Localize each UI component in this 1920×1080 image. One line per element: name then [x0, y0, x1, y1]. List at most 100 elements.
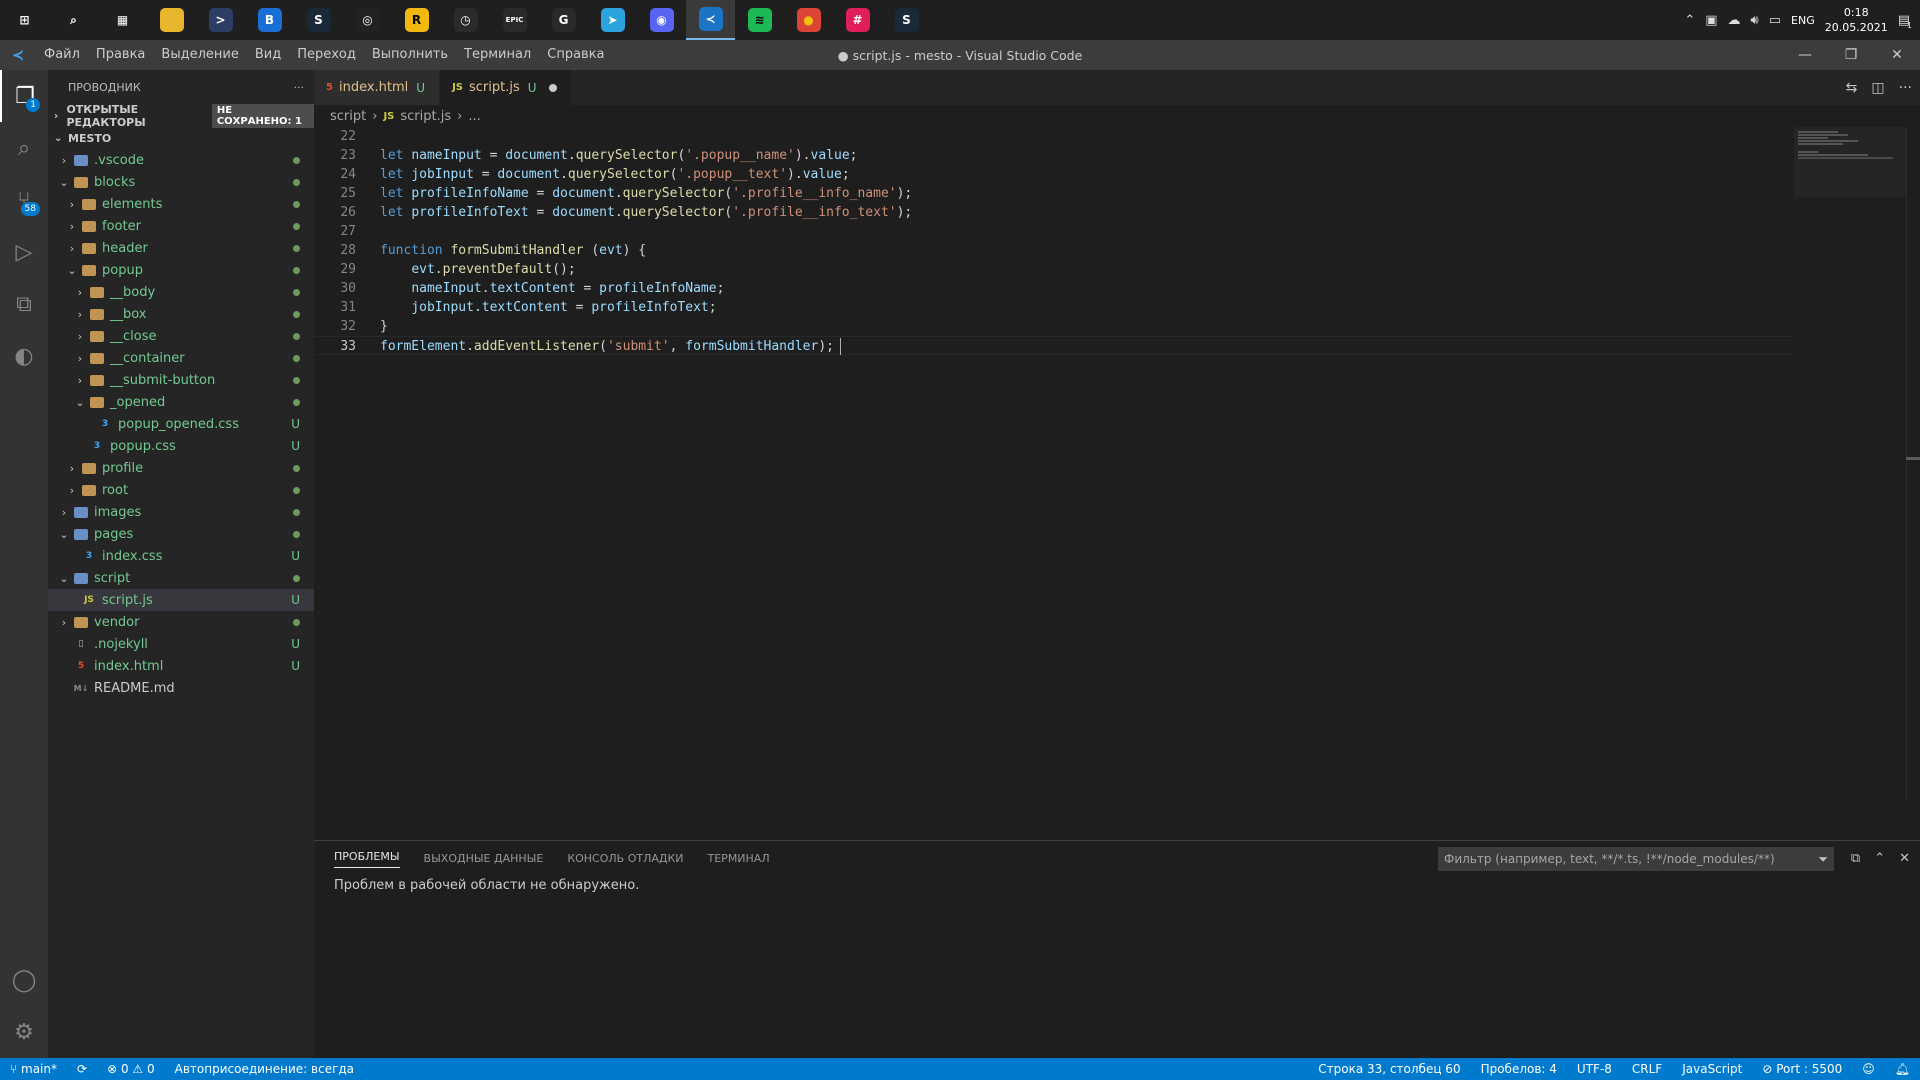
settings-gear-icon[interactable]: ⚙	[0, 1006, 48, 1058]
scrollbar-thumb[interactable]	[1906, 457, 1920, 460]
tree-item[interactable]: › footer	[48, 215, 314, 237]
telegram-icon[interactable]: ➤	[588, 0, 637, 40]
app-blue-icon[interactable]: B	[245, 0, 294, 40]
tree-item[interactable]: › __submit-button	[48, 369, 314, 391]
tab-terminal[interactable]: ТЕРМИНАЛ	[708, 852, 770, 865]
code-editor[interactable]: 22 23 let nameInput = document.querySelect…	[314, 127, 1794, 355]
code-line[interactable]: 23 let nameInput = document.querySelector…	[314, 146, 1794, 165]
collapse-all-icon[interactable]: ⧉	[1851, 851, 1860, 866]
clock[interactable]: 0:18 20.05.2021	[1825, 5, 1888, 35]
notification-center-icon[interactable]: ▤ 1	[1898, 13, 1912, 30]
language-indicator[interactable]: ENG	[1791, 14, 1815, 27]
unsaved-dot-icon[interactable]	[548, 83, 557, 92]
steam-icon[interactable]: S	[294, 0, 343, 40]
explorer-icon[interactable]: ❐ 1	[0, 70, 48, 122]
line-ending[interactable]: CRLF	[1622, 1062, 1672, 1076]
tab-problems[interactable]: ПРОБЛЕМЫ	[334, 850, 400, 868]
breadcrumb-file[interactable]: script.js	[400, 109, 451, 124]
discord-icon[interactable]: ◉	[637, 0, 686, 40]
language-mode[interactable]: JavaScript	[1672, 1062, 1752, 1076]
minimap[interactable]	[1794, 127, 1906, 197]
account-icon[interactable]: ◯	[0, 954, 48, 1006]
code-line[interactable]: 26 let profileInfoText = document.querySe…	[314, 203, 1794, 222]
code-line[interactable]: 31 jobInput.textContent = profileInfoTex…	[314, 298, 1794, 317]
cursor-position[interactable]: Строка 33, столбец 60	[1308, 1062, 1470, 1076]
obs-icon[interactable]: ◎	[343, 0, 392, 40]
indentation[interactable]: Пробелов: 4	[1471, 1062, 1567, 1076]
code-line[interactable]: 24 let jobInput = document.querySelector(…	[314, 165, 1794, 184]
close-icon[interactable]: ✕	[1874, 40, 1920, 70]
open-changes-icon[interactable]: ⇆	[1846, 80, 1858, 96]
git-branch[interactable]: ⑂ main*	[0, 1062, 67, 1076]
editor-scrollbar[interactable]	[1906, 127, 1920, 803]
menu-item[interactable]: Файл	[36, 40, 88, 70]
sync-icon[interactable]: ⟳	[67, 1062, 97, 1076]
slack-icon[interactable]: #	[833, 0, 882, 40]
vscode-icon[interactable]: ≺	[686, 0, 735, 40]
tree-item[interactable]: › images	[48, 501, 314, 523]
tree-item[interactable]: › vendor	[48, 611, 314, 633]
editor-tab[interactable]: 5 index.html U	[314, 70, 441, 105]
tree-item[interactable]: › __body	[48, 281, 314, 303]
menu-item[interactable]: Выполнить	[364, 40, 456, 70]
filter-icon[interactable]: ⏷	[1818, 852, 1828, 867]
tree-item[interactable]: › __box	[48, 303, 314, 325]
steam-icon-2[interactable]: S	[882, 0, 931, 40]
network-icon[interactable]: ▭	[1769, 13, 1781, 28]
code-line[interactable]: 25 let profileInfoName = document.querySe…	[314, 184, 1794, 203]
breadcrumb-folder[interactable]: script	[330, 109, 366, 124]
open-editors-section[interactable]: › ОТКРЫТЫЕ РЕДАКТОРЫ НЕ СОХРАНЕНО: 1	[48, 103, 314, 129]
tree-item[interactable]: › root	[48, 479, 314, 501]
menu-item[interactable]: Вид	[247, 40, 289, 70]
menu-item[interactable]: Справка	[539, 40, 612, 70]
tree-item[interactable]: › .vscode	[48, 149, 314, 171]
github-icon[interactable]: ◐	[0, 330, 48, 382]
tree-item[interactable]: › elements	[48, 193, 314, 215]
notifications-bell-icon[interactable]: 🔔︎	[1885, 1062, 1920, 1076]
tree-item[interactable]: ⌄ blocks	[48, 171, 314, 193]
split-editor-icon[interactable]: ◫	[1871, 80, 1884, 96]
project-section[interactable]: ⌄ MESTO	[48, 127, 314, 149]
tree-item[interactable]: 3 popup.css U	[48, 435, 314, 457]
clock-app-icon[interactable]: ◷	[441, 0, 490, 40]
menu-item[interactable]: Переход	[289, 40, 364, 70]
breadcrumb-tail[interactable]: ...	[468, 109, 480, 124]
close-panel-icon[interactable]: ✕	[1899, 851, 1910, 866]
code-line[interactable]: 33 formElement.addEventListener('submit',…	[314, 336, 1794, 355]
code-line[interactable]: 32}	[314, 317, 1794, 336]
run-debug-icon[interactable]: ▷	[0, 226, 48, 278]
chrome-icon[interactable]: ●	[784, 0, 833, 40]
editor-tab[interactable]: JS script.js U	[440, 70, 572, 105]
task-view-icon[interactable]: ▦	[98, 0, 147, 40]
problems-count[interactable]: ⊗ 0 ⚠ 0	[97, 1062, 165, 1076]
code-line[interactable]: 22	[314, 127, 1794, 146]
menu-item[interactable]: Выделение	[153, 40, 246, 70]
tree-item[interactable]: JS script.js U	[48, 589, 314, 611]
spotify-icon[interactable]: ≋	[735, 0, 784, 40]
tree-item[interactable]: ⌄ script	[48, 567, 314, 589]
search-icon[interactable]: ⌕	[0, 122, 48, 174]
onedrive-icon[interactable]: ☁	[1728, 13, 1741, 28]
tree-item[interactable]: ⌄ popup	[48, 259, 314, 281]
minimize-icon[interactable]: —	[1782, 40, 1828, 70]
problems-filter-input[interactable]: Фильтр (например, text, **/*.ts, !**/nod…	[1438, 847, 1834, 871]
code-line[interactable]: 30 nameInput.textContent = profileInfoNa…	[314, 279, 1794, 298]
auto-attach[interactable]: Автоприсоединение: всегда	[165, 1062, 364, 1076]
g-hub-icon[interactable]: G	[539, 0, 588, 40]
volume-icon[interactable]: 🔊︎	[1751, 13, 1759, 28]
code-line[interactable]: 28 function formSubmitHandler (evt) {	[314, 241, 1794, 260]
rockstar-icon[interactable]: R	[392, 0, 441, 40]
maximize-panel-icon[interactable]: ⌃	[1874, 851, 1885, 866]
encoding[interactable]: UTF-8	[1567, 1062, 1622, 1076]
search-icon[interactable]: ⌕	[49, 0, 98, 40]
tab-debug-console[interactable]: КОНСОЛЬ ОТЛАДКИ	[567, 852, 683, 865]
tree-item[interactable]: ⌄ _opened	[48, 391, 314, 413]
tree-item[interactable]: M↓ README.md	[48, 677, 314, 699]
extensions-icon[interactable]: ⧉	[0, 278, 48, 330]
chevron-up-icon[interactable]: ⌃	[1684, 13, 1695, 28]
more-actions-icon[interactable]: ···	[1899, 80, 1912, 96]
feedback-icon[interactable]: ☺	[1852, 1062, 1885, 1076]
tree-item[interactable]: ⌄ pages	[48, 523, 314, 545]
source-control-icon[interactable]: ⑂ 58	[0, 174, 48, 226]
restore-icon[interactable]: ❐	[1828, 40, 1874, 70]
